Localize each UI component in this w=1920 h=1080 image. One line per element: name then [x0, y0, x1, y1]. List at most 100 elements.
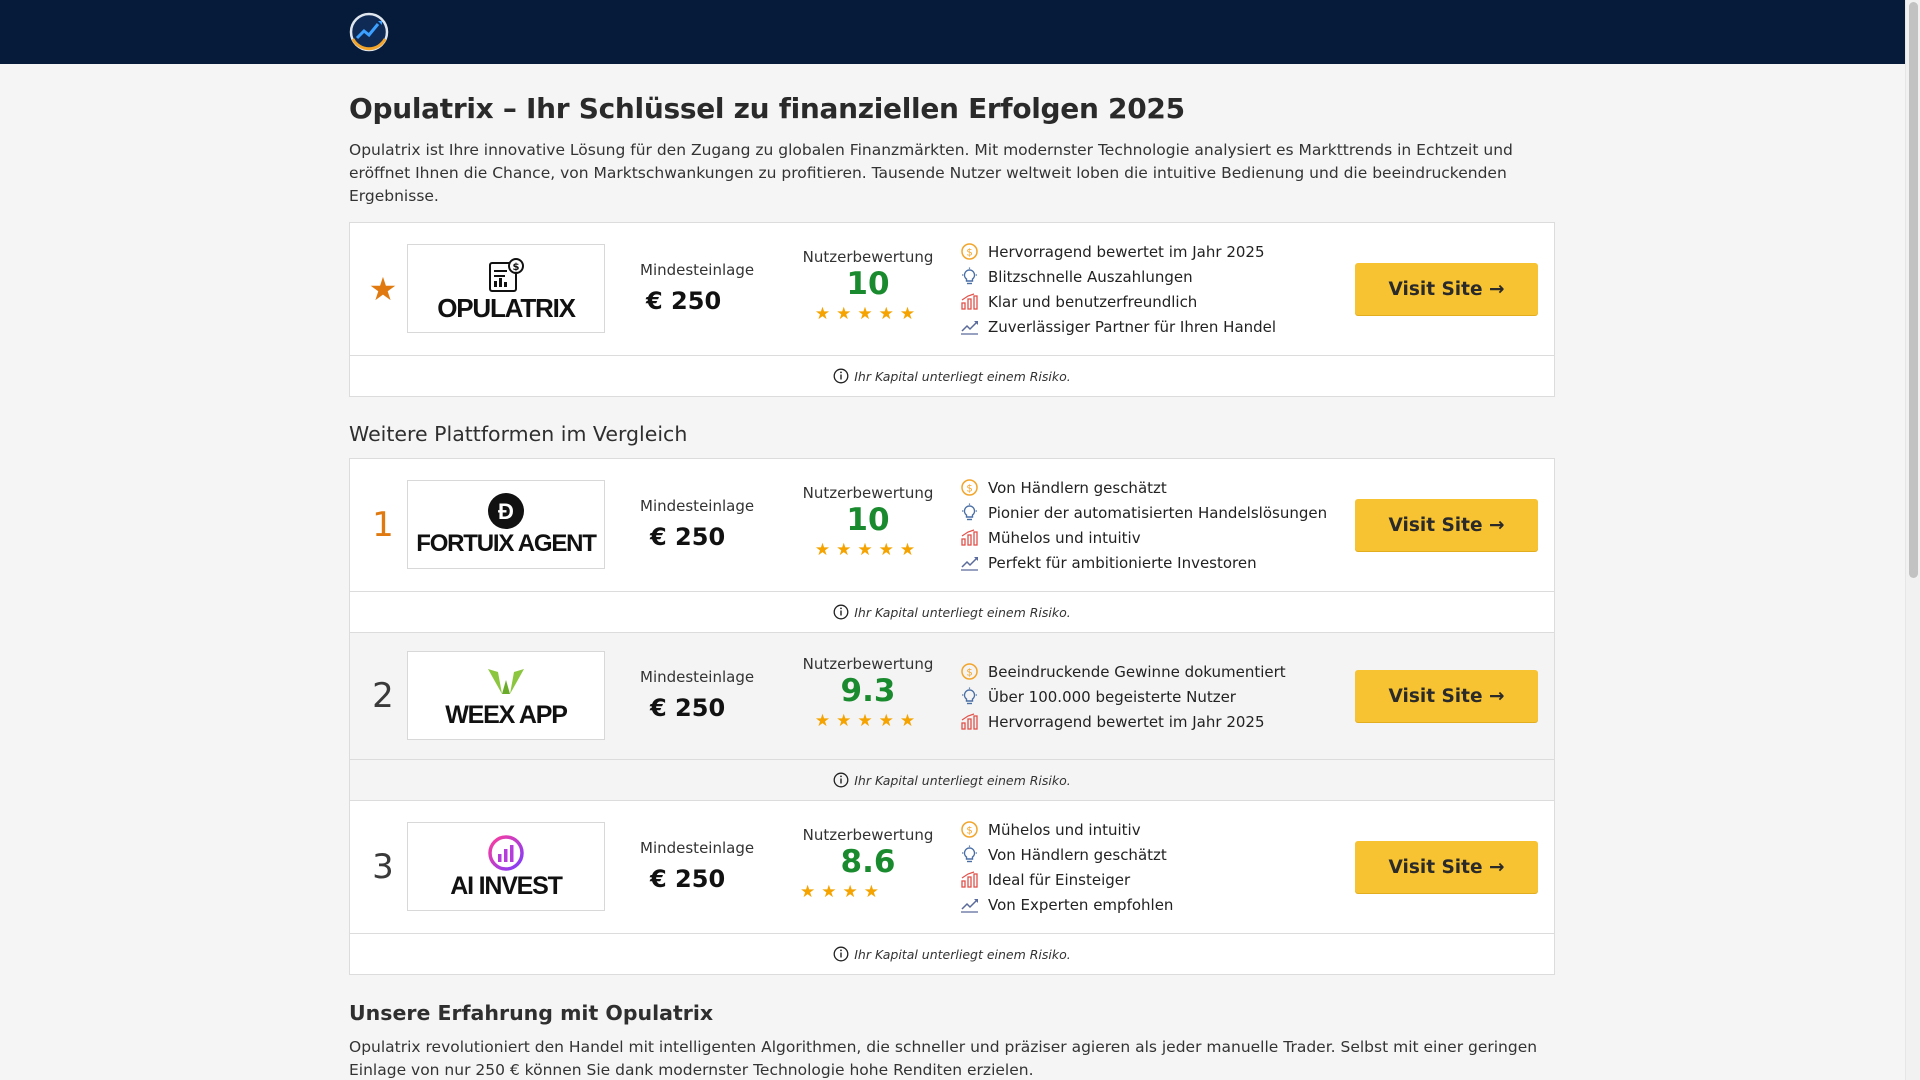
- lightbulb-icon: [960, 845, 979, 864]
- rating-label: Nutzerbewertung: [802, 655, 934, 673]
- bar-chart-icon: [960, 870, 979, 889]
- trend-line-icon: [960, 317, 979, 336]
- featured-platform-card: ★ $ OPULATRIX Mindesteinlage € 250 Nutze…: [349, 222, 1555, 397]
- feature-text: Hervorragend bewertet im Jahr 2025: [988, 242, 1265, 261]
- deposit-block: Mindesteinlage € 250: [640, 839, 780, 893]
- dogecoin-d-icon: Ð: [487, 492, 525, 530]
- deposit-block: Mindesteinlage € 250: [640, 497, 780, 551]
- card-main-row: 2 WEEX APP Mindesteinlage € 250 Nutzerbe…: [350, 633, 1554, 759]
- weex-v-leaf-icon: [484, 663, 528, 701]
- feature-text: Mühelos und intuitiv: [988, 820, 1141, 839]
- trend-line-icon: [960, 553, 979, 572]
- feature-item: $ Beeindruckende Gewinne dokumentiert: [960, 659, 1286, 684]
- feature-text: Klar und benutzerfreundlich: [988, 292, 1198, 311]
- chart-globe-logo-icon[interactable]: [348, 11, 390, 53]
- card-main-row: 1 Ð FORTUIX AGENT Mindesteinlage € 250 N…: [350, 459, 1554, 591]
- scrollbar-thumb[interactable]: [1909, 2, 1918, 578]
- vertical-scrollbar[interactable]: [1905, 0, 1920, 1080]
- visit-site-button[interactable]: Visit Site →: [1355, 499, 1538, 551]
- info-icon: [833, 604, 849, 620]
- feature-text: Von Händlern geschätzt: [988, 845, 1167, 864]
- page-title: Opulatrix – Ihr Schlüssel zu finanzielle…: [349, 92, 1185, 125]
- rating-stars: ★★★★★: [814, 304, 922, 324]
- lightbulb-icon: [960, 687, 979, 706]
- feature-text: Über 100.000 begeisterte Nutzer: [988, 687, 1236, 706]
- feature-text: Beeindruckende Gewinne dokumentiert: [988, 662, 1286, 681]
- feature-item: Klar und benutzerfreundlich: [960, 289, 1276, 314]
- bar-chart-icon: [960, 528, 979, 547]
- rank-number: 1: [372, 505, 394, 545]
- bar-chart-icon: [960, 292, 979, 311]
- card-main-row: ★ $ OPULATRIX Mindesteinlage € 250 Nutze…: [350, 223, 1554, 355]
- rating-block: Nutzerbewertung 9.3 ★★★★★: [798, 655, 938, 731]
- rating-block: Nutzerbewertung 10 ★★★★★: [798, 248, 938, 324]
- feature-text: Zuverlässiger Partner für Ihren Handel: [988, 317, 1277, 336]
- logo-brand-text: FORTUIX AGENT: [416, 529, 597, 557]
- feature-list: $ Von Händlern geschätzt Pionier der aut…: [960, 475, 1327, 575]
- risk-disclaimer: Ihr Kapital unterliegt einem Risiko.: [350, 759, 1554, 800]
- lightbulb-icon: [960, 503, 979, 522]
- featured-star-icon: ★: [368, 270, 398, 308]
- risk-disclaimer: Ihr Kapital unterliegt einem Risiko.: [350, 933, 1554, 974]
- rank-number: 2: [372, 676, 394, 716]
- card-main-row: 3 AI INVEST Mindesteinlage € 250 Nutzerb…: [350, 801, 1554, 933]
- rating-block: Nutzerbewertung 10 ★★★★★: [798, 484, 938, 560]
- rating-label: Nutzerbewertung: [802, 484, 934, 502]
- logo-brand-text: AI INVEST: [450, 871, 563, 900]
- trend-line-icon: [960, 895, 979, 914]
- deposit-label: Mindesteinlage: [640, 497, 755, 515]
- rating-label: Nutzerbewertung: [802, 248, 934, 266]
- feature-item: Von Händlern geschätzt: [960, 842, 1173, 867]
- feature-list: $ Hervorragend bewertet im Jahr 2025 Bli…: [960, 239, 1276, 339]
- ai-invest-logo[interactable]: AI INVEST: [407, 822, 605, 911]
- feature-item: $ Von Händlern geschätzt: [960, 475, 1327, 500]
- experience-heading: Unsere Erfahrung mit Opulatrix: [349, 1001, 714, 1025]
- lightbulb-icon: [960, 267, 979, 286]
- rating-label: Nutzerbewertung: [802, 826, 934, 844]
- rating-value: 9.3: [840, 673, 896, 709]
- deposit-block: Mindesteinlage € 250: [640, 261, 780, 315]
- visit-site-button[interactable]: Visit Site →: [1355, 263, 1538, 315]
- fortuix-agent-logo[interactable]: Ð FORTUIX AGENT: [407, 480, 605, 569]
- feature-item: Von Experten empfohlen: [960, 892, 1173, 917]
- visit-site-button[interactable]: Visit Site →: [1355, 841, 1538, 893]
- feature-item: Mühelos und intuitiv: [960, 525, 1327, 550]
- deposit-value: € 250: [650, 523, 726, 551]
- svg-text:$: $: [966, 484, 972, 495]
- rating-stars: ★★★★: [800, 882, 885, 902]
- feature-item: Hervorragend bewertet im Jahr 2025: [960, 709, 1286, 734]
- feature-text: Von Experten empfohlen: [988, 895, 1174, 914]
- feature-text: Perfekt für ambitionierte Investoren: [988, 553, 1257, 572]
- feature-text: Pionier der automatisierten Handelslösun…: [988, 503, 1328, 522]
- logo-brand-text: WEEX APP: [445, 700, 568, 729]
- main-content: Opulatrix – Ihr Schlüssel zu finanzielle…: [349, 64, 1555, 1080]
- feature-list: $ Mühelos und intuitiv Von Händlern gesc…: [960, 817, 1173, 917]
- feature-text: Mühelos und intuitiv: [988, 528, 1141, 547]
- svg-text:$: $: [966, 248, 972, 259]
- deposit-label: Mindesteinlage: [640, 668, 755, 686]
- ai-invest-chart-circle-icon: [487, 834, 525, 872]
- deposit-block: Mindesteinlage € 250: [640, 668, 780, 722]
- svg-text:Ð: Ð: [498, 499, 514, 524]
- coin-icon: $: [960, 820, 979, 839]
- risk-text: Ihr Kapital unterliegt einem Risiko.: [854, 946, 1071, 962]
- deposit-label: Mindesteinlage: [640, 839, 755, 857]
- svg-text:$: $: [966, 826, 972, 837]
- risk-text: Ihr Kapital unterliegt einem Risiko.: [854, 604, 1071, 620]
- platform-card-1: 1 Ð FORTUIX AGENT Mindesteinlage € 250 N…: [349, 458, 1555, 633]
- risk-text: Ihr Kapital unterliegt einem Risiko.: [854, 368, 1071, 384]
- feature-text: Von Händlern geschätzt: [988, 478, 1167, 497]
- coin-icon: $: [960, 242, 979, 261]
- info-icon: [833, 368, 849, 384]
- coin-icon: $: [960, 478, 979, 497]
- opulatrix-logo[interactable]: $ OPULATRIX: [407, 244, 605, 333]
- feature-item: Perfekt für ambitionierte Investoren: [960, 550, 1327, 575]
- feature-item: $ Mühelos und intuitiv: [960, 817, 1173, 842]
- risk-disclaimer: Ihr Kapital unterliegt einem Risiko.: [350, 355, 1554, 396]
- feature-text: Blitzschnelle Auszahlungen: [988, 267, 1193, 286]
- visit-site-button[interactable]: Visit Site →: [1355, 670, 1538, 722]
- weex-app-logo[interactable]: WEEX APP: [407, 651, 605, 740]
- feature-item: Blitzschnelle Auszahlungen: [960, 264, 1276, 289]
- feature-item: Über 100.000 begeisterte Nutzer: [960, 684, 1286, 709]
- comparison-heading: Weitere Plattformen im Vergleich: [349, 422, 688, 446]
